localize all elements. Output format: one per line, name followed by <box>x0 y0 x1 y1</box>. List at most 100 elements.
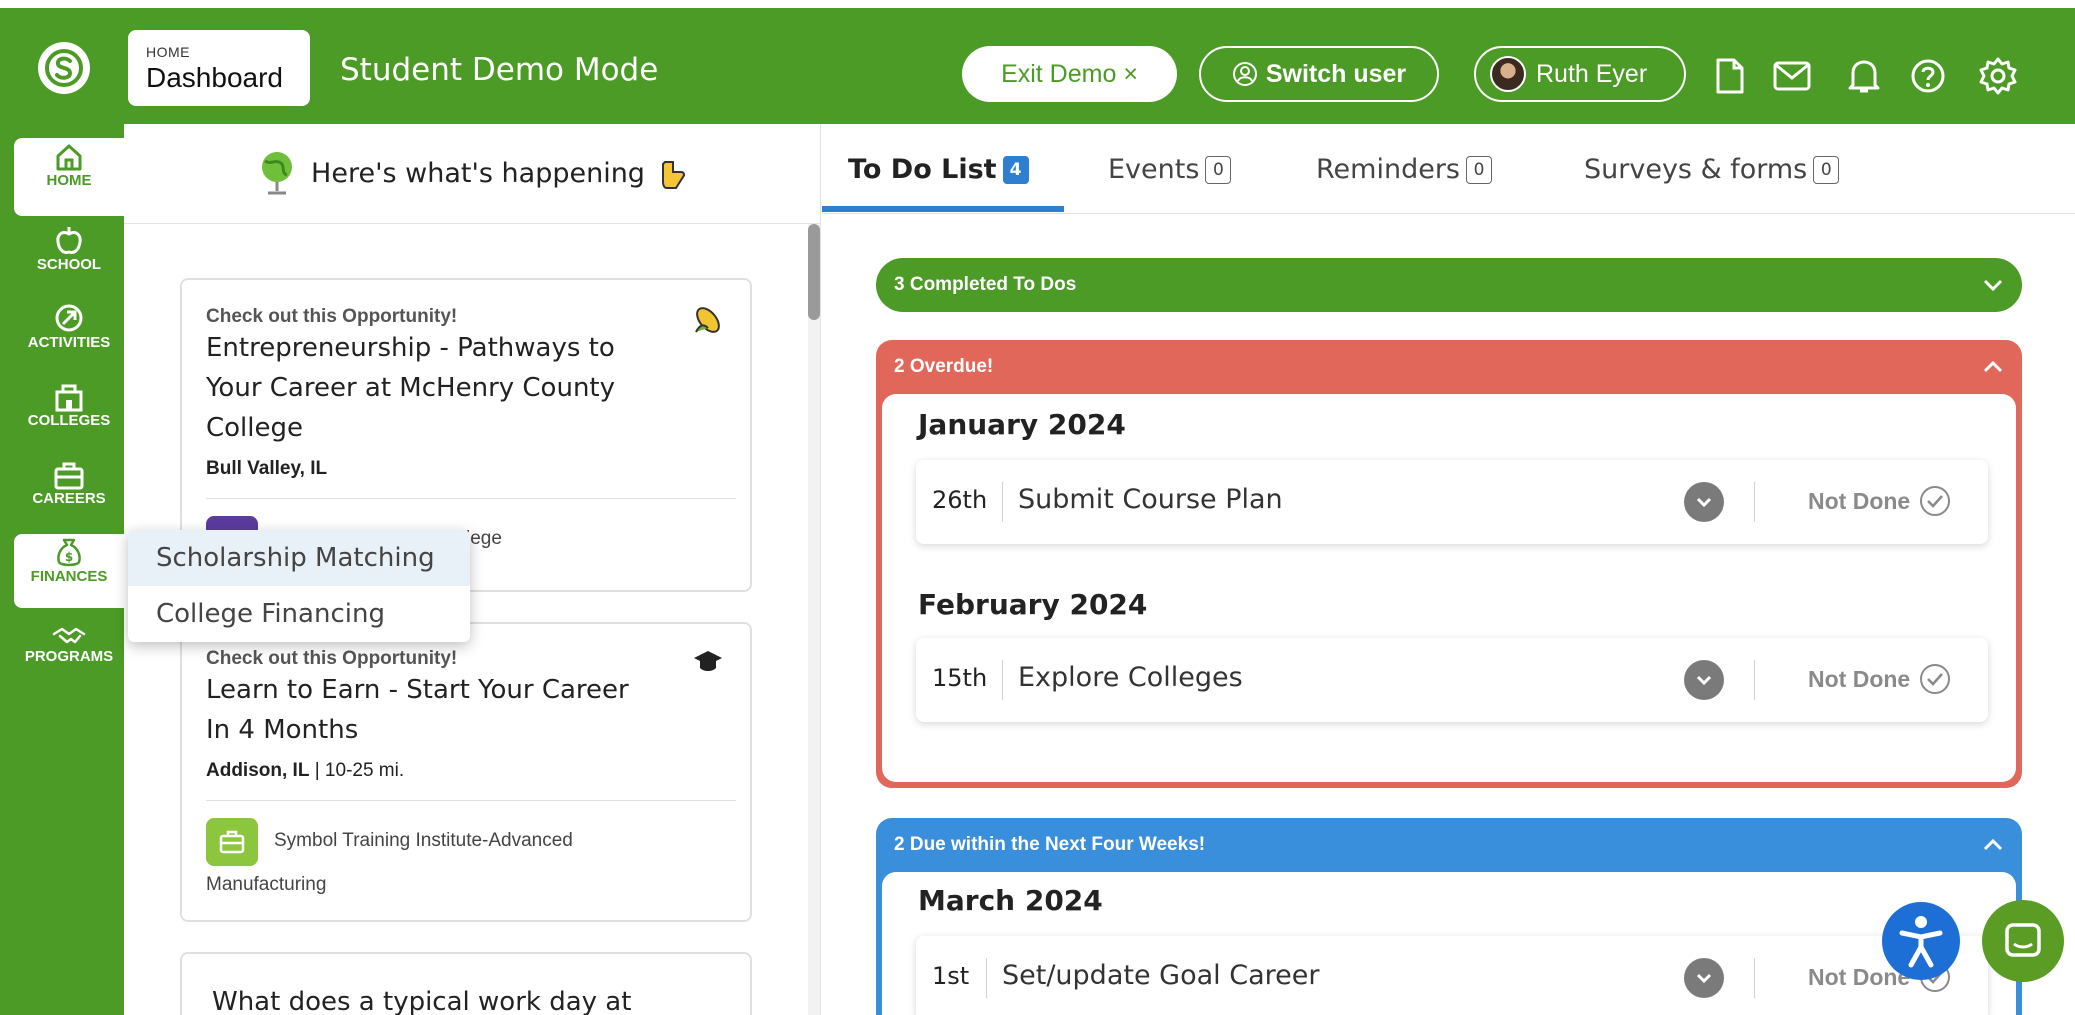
chevron-down-icon[interactable] <box>1982 278 2004 292</box>
accessibility-button[interactable] <box>1882 902 1960 980</box>
feed-scrollbar-track[interactable] <box>808 224 820 1015</box>
chevron-up-icon[interactable] <box>1982 360 2004 374</box>
todo-item[interactable]: 1st Set/update Goal Career Not Done <box>916 936 1988 1015</box>
todo-item[interactable]: 15th Explore Colleges Not Done <box>916 638 1988 722</box>
section-title: 3 Completed To Dos <box>894 274 1077 295</box>
month-heading: March 2024 <box>918 884 1103 917</box>
chevron-up-icon[interactable] <box>1982 838 2004 852</box>
nav-item-activities[interactable]: ACTIVITIES <box>14 300 124 372</box>
feed-scrollbar-thumb[interactable] <box>808 224 820 320</box>
expand-button[interactable] <box>1684 958 1724 998</box>
tab-events[interactable]: Events 0 <box>1108 154 1232 185</box>
check-circle-icon <box>1920 664 1951 694</box>
breadcrumb[interactable]: HOME Dashboard <box>128 30 310 106</box>
menu-item-college-financing[interactable]: College Financing <box>128 586 470 642</box>
logo-icon[interactable] <box>38 42 90 94</box>
svg-text:$: $ <box>65 550 73 564</box>
menu-item-scholarship-matching[interactable]: Scholarship Matching <box>128 530 470 586</box>
breadcrumb-parent: HOME <box>146 44 190 60</box>
nav-item-finances[interactable]: $ FINANCES <box>14 534 124 608</box>
nav-label-colleges: COLLEGES <box>27 412 111 429</box>
organization-name: Symbol Training Institute-Advanced <box>274 830 573 851</box>
nav-item-programs[interactable]: PROGRAMS <box>14 614 124 686</box>
organization-icon <box>206 818 258 866</box>
overdue-todos-section: 2 Overdue! January 2024 26th Submit Cour… <box>876 340 2022 788</box>
article-title: What does a typical work day at <box>212 987 632 1015</box>
finances-dropdown-menu: Scholarship Matching College Financing <box>128 530 470 642</box>
location-city: Bull Valley, IL <box>206 458 328 479</box>
tab-label: Events <box>1108 154 1200 185</box>
card-divider <box>206 498 736 499</box>
tab-reminders[interactable]: Reminders 0 <box>1316 154 1492 185</box>
top-header: HOME Dashboard Student Demo Mode Exit De… <box>0 0 2075 124</box>
accessibility-icon <box>1899 916 1943 968</box>
tab-count-badge: 0 <box>1813 155 1840 184</box>
tab-surveys-forms[interactable]: Surveys & forms 0 <box>1584 154 1840 185</box>
settings-icon[interactable] <box>1978 56 2018 96</box>
switch-user-button[interactable]: Switch user <box>1199 46 1439 102</box>
section-header[interactable]: 2 Overdue! <box>876 340 2022 394</box>
divider <box>1754 660 1755 700</box>
apple-icon <box>54 222 84 256</box>
tab-label: Surveys & forms <box>1584 154 1808 185</box>
home-icon <box>54 138 84 172</box>
chat-icon <box>2005 923 2041 957</box>
completed-todos-section[interactable]: 3 Completed To Dos <box>876 258 2022 312</box>
divider <box>986 958 987 998</box>
opportunity-title: Entrepreneurship - Pathways to Your Care… <box>206 328 666 448</box>
article-card[interactable]: What does a typical work day at <box>180 952 752 1015</box>
exit-demo-button[interactable]: Exit Demo × <box>962 46 1177 102</box>
todo-item[interactable]: 26th Submit Course Plan Not Done <box>916 460 1988 544</box>
nav-label-home: HOME <box>46 172 92 189</box>
section-header[interactable]: 2 Due within the Next Four Weeks! <box>876 818 2022 872</box>
user-menu-button[interactable]: Ruth Eyer <box>1474 46 1686 102</box>
opportunity-title-line: Learn to Earn - Start Your Career <box>206 675 629 705</box>
tab-bar: To Do List 4 Events 0 Reminders 0 Survey… <box>822 124 2075 214</box>
nav-item-school[interactable]: SCHOOL <box>14 222 124 294</box>
bell-icon[interactable] <box>1844 56 1884 96</box>
opportunity-title-line: In 4 Months <box>206 715 359 745</box>
chat-button[interactable] <box>1982 900 2064 982</box>
nav-item-careers[interactable]: CAREERS <box>14 456 124 528</box>
switch-user-label: Switch user <box>1265 59 1407 88</box>
opportunity-card[interactable]: Check out this Opportunity! Learn to Ear… <box>180 622 752 922</box>
chevron-down-icon <box>1696 973 1712 984</box>
mail-icon[interactable] <box>1772 56 1812 96</box>
avatar <box>1490 56 1526 92</box>
location-distance: | 10-25 mi. <box>309 760 405 781</box>
divider <box>1754 958 1755 998</box>
tab-to-do-list[interactable]: To Do List 4 <box>848 154 1029 185</box>
todo-day: 26th <box>932 486 988 514</box>
document-icon[interactable] <box>1710 56 1750 96</box>
user-circle-icon <box>1232 62 1257 86</box>
month-heading: January 2024 <box>918 408 1126 441</box>
nav-item-colleges[interactable]: COLLEGES <box>14 378 124 450</box>
section-body: January 2024 26th Submit Course Plan Not… <box>882 394 2016 782</box>
mark-done-button[interactable]: Not Done <box>1808 662 1952 696</box>
nav-label-school: SCHOOL <box>36 256 102 273</box>
help-icon[interactable] <box>1908 56 1948 96</box>
panel-divider <box>820 124 821 1015</box>
page-title: Student Demo Mode <box>340 52 659 88</box>
opportunity-title-line: Your Career at McHenry County <box>206 373 616 403</box>
handshake-icon <box>52 614 86 648</box>
user-name: Ruth Eyer <box>1536 59 1648 88</box>
opportunity-label: Check out this Opportunity! <box>206 648 458 669</box>
divider <box>1002 482 1003 522</box>
chevron-down-icon <box>1696 497 1712 508</box>
todo-title: Set/update Goal Career <box>1002 960 1320 991</box>
month-heading: February 2024 <box>918 588 1148 621</box>
corn-icon <box>695 307 720 333</box>
divider <box>1002 660 1003 700</box>
expand-button[interactable] <box>1684 660 1724 700</box>
graduation-cap-icon <box>694 651 722 671</box>
nav-item-home[interactable]: HOME <box>14 138 124 216</box>
organization-name-continued: Manufacturing <box>206 874 327 895</box>
opportunity-label: Check out this Opportunity! <box>206 306 458 327</box>
nav-label-activities: ACTIVITIES <box>27 334 111 351</box>
section-body: March 2024 1st Set/update Goal Career No… <box>882 872 2016 1015</box>
expand-button[interactable] <box>1684 482 1724 522</box>
mark-done-button[interactable]: Not Done <box>1808 484 1952 518</box>
activities-icon <box>53 300 85 334</box>
section-header[interactable]: 3 Completed To Dos <box>876 258 2022 312</box>
